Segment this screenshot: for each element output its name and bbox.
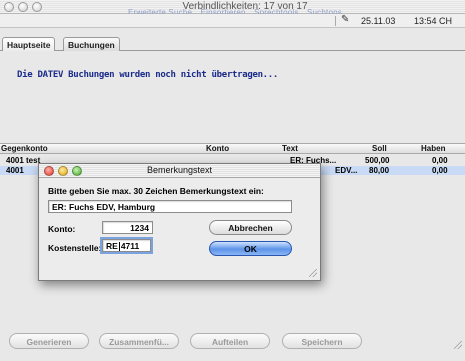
pen-icon: ✎ xyxy=(341,14,350,25)
text-cursor xyxy=(118,242,120,252)
column-header-gegenkonto[interactable]: Gegenkonto xyxy=(1,144,48,153)
tab-buchungen[interactable]: Buchungen xyxy=(63,37,120,51)
cell-haben: 0,00 xyxy=(432,166,448,175)
tab-hauptseite[interactable]: Hauptseite xyxy=(2,37,56,51)
konto-input[interactable]: 1234 xyxy=(102,221,153,234)
window-titlebar: Erweiterte Suche Einsortieren Sprechtool… xyxy=(0,0,465,17)
table-header: Gegenkonto Konto Text Soll Haben xyxy=(0,143,465,154)
kostenstelle-value-suffix: 4711 xyxy=(120,241,140,251)
dialog-resize-grip-icon[interactable] xyxy=(309,269,317,277)
column-header-text[interactable]: Text xyxy=(282,144,298,153)
status-date: 25.11.03 xyxy=(361,16,396,26)
window-minimize-button[interactable] xyxy=(18,2,28,12)
bemerkungstext-dialog: Bemerkungstext Bitte geben Sie max. 30 Z… xyxy=(38,163,321,281)
cell-haben: 0,00 xyxy=(432,156,448,165)
status-time: 13:54 CH xyxy=(414,16,453,26)
cell-soll: 500,00 xyxy=(365,156,390,165)
generieren-button[interactable]: Generieren xyxy=(9,333,89,349)
cell-text: EDV... xyxy=(335,166,358,175)
column-header-konto[interactable]: Konto xyxy=(206,144,229,153)
cell-gegenkonto: 4001 test xyxy=(6,156,41,165)
dialog-title: Bemerkungstext xyxy=(146,165,213,175)
ok-button[interactable]: OK xyxy=(209,241,292,256)
column-header-haben[interactable]: Haben xyxy=(421,144,445,153)
zusammenfuehren-button[interactable]: Zusammenfü... xyxy=(99,333,179,349)
datev-status-message: Die DATEV Buchungen wurden noch nicht üb… xyxy=(17,70,279,80)
speichern-button[interactable]: Speichern xyxy=(282,333,362,349)
dialog-prompt: Bitte geben Sie max. 30 Zeichen Bemerkun… xyxy=(48,186,264,196)
kostenstelle-value-prefix: RE xyxy=(106,241,118,251)
window-close-button[interactable] xyxy=(4,2,14,12)
action-bar: Generieren Zusammenfü... Aufteilen Speic… xyxy=(0,330,465,352)
status-bar: ✎ 25.11.03 13:54 CH xyxy=(0,14,465,28)
resize-grip-icon[interactable] xyxy=(454,341,462,349)
aufteilen-button[interactable]: Aufteilen xyxy=(190,333,270,349)
remark-input[interactable]: ER: Fuchs EDV, Hamburg xyxy=(48,200,292,213)
tab-bar: Hauptseite Buchungen xyxy=(0,37,465,51)
abbrechen-button[interactable]: Abbrechen xyxy=(209,220,292,235)
status-separator xyxy=(335,16,336,26)
cell-gegenkonto: 4001 xyxy=(6,166,24,175)
kostenstelle-label: Kostenstelle: xyxy=(48,243,102,253)
window-title: Verbindlichkeiten: 17 von 17 xyxy=(182,1,308,12)
cell-soll: 80,00 xyxy=(369,166,390,175)
kostenstelle-input[interactable]: RE 4711 xyxy=(100,237,153,254)
konto-label: Konto: xyxy=(48,224,76,234)
dialog-titlebar: Bemerkungstext xyxy=(39,164,320,178)
column-header-soll[interactable]: Soll xyxy=(372,144,387,153)
window-zoom-button[interactable] xyxy=(32,2,42,12)
